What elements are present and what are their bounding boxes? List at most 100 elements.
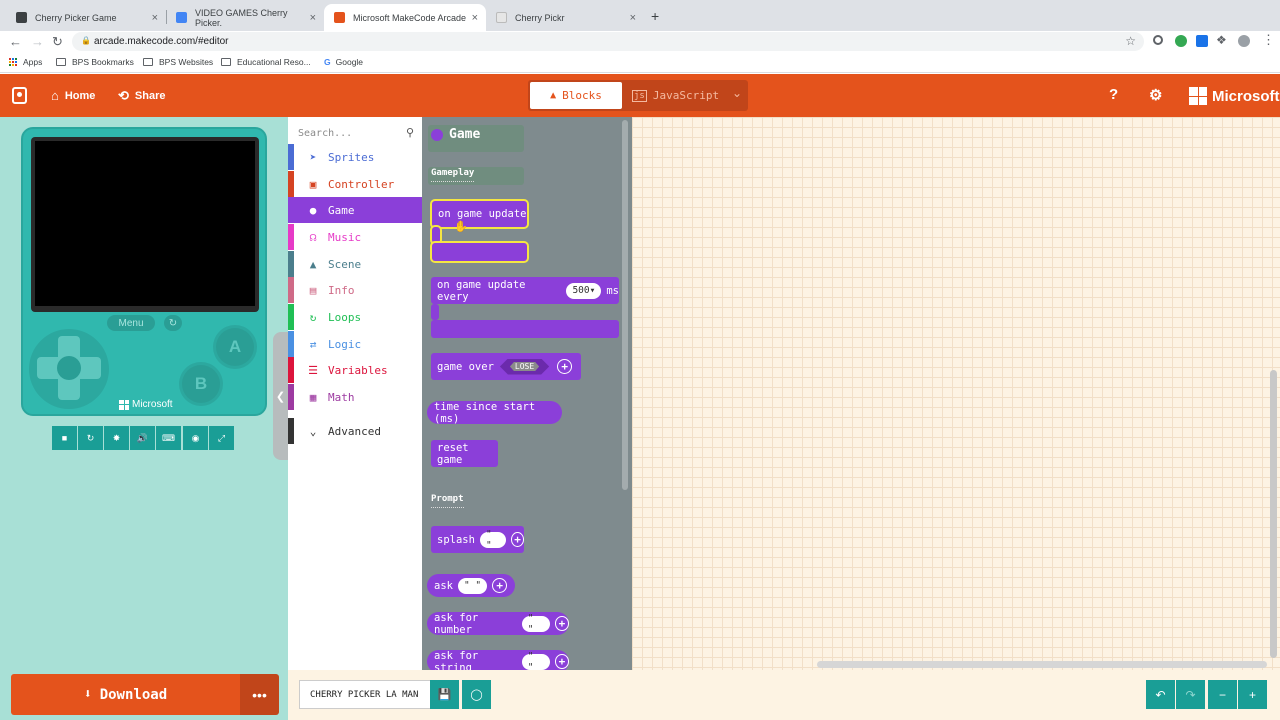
tab-close-icon[interactable]: × — [310, 12, 316, 24]
plus-icon[interactable]: + — [492, 578, 508, 593]
flyout-title-label: Game — [449, 127, 481, 142]
category-controller[interactable]: ▣ Controller — [288, 171, 422, 197]
menu-button[interactable]: Menu — [107, 315, 155, 331]
string-input[interactable]: " " — [521, 613, 550, 635]
bookmark-google[interactable]: G Google — [324, 57, 363, 67]
save-icon[interactable]: 💾 — [430, 680, 459, 709]
gear-icon[interactable]: ⚙ — [1149, 86, 1162, 104]
extension-icon[interactable] — [1153, 35, 1163, 45]
home-button[interactable]: ⌂ Home — [51, 88, 95, 103]
time-since-start-block[interactable]: time since start (ms) — [427, 401, 562, 425]
ask-for-string-block[interactable]: ask for string " " + — [427, 650, 569, 670]
sound-icon[interactable]: 🔊 — [130, 426, 155, 450]
new-tab-button[interactable]: + — [651, 8, 659, 24]
workspace-vertical-scrollbar[interactable] — [1270, 370, 1277, 658]
browser-tab[interactable]: VIDEO GAMES Cherry Picker. × — [166, 4, 324, 31]
fullscreen-icon[interactable]: ⤢ — [209, 426, 234, 450]
browser-tab[interactable]: Cherry Pickr × — [486, 4, 644, 31]
category-loops[interactable]: ↻ Loops — [288, 304, 422, 330]
plus-icon[interactable]: + — [554, 616, 569, 631]
category-info[interactable]: ▤ Info — [288, 277, 422, 303]
extension-icon[interactable] — [1175, 35, 1187, 47]
menu-kebab-icon[interactable]: ⋮ — [1262, 32, 1275, 48]
flyout-scrollbar[interactable] — [622, 120, 628, 490]
category-logic[interactable]: ⇄ Logic — [288, 331, 422, 357]
back-icon[interactable]: ← — [9, 34, 22, 49]
interval-dropdown[interactable]: 500 — [566, 282, 602, 299]
category-scene[interactable]: ▲ Scene — [288, 251, 422, 277]
bookmark-folder[interactable]: BPS Websites — [143, 57, 213, 67]
a-button[interactable]: A — [216, 328, 254, 366]
category-sprites[interactable]: ➤ Sprites — [288, 144, 422, 170]
download-more-button[interactable]: ••• — [240, 674, 279, 715]
search-input[interactable]: Search... ⚲ — [298, 124, 416, 142]
plus-icon[interactable]: + — [511, 532, 524, 547]
blocks-tab[interactable]: ▲ Blocks — [530, 82, 622, 109]
category-music[interactable]: ☊ Music — [288, 224, 422, 250]
b-button[interactable]: B — [182, 365, 220, 403]
dpad[interactable] — [29, 329, 109, 409]
simulator-toolbar: 🔊 ⌨ — [130, 426, 182, 450]
category-math[interactable]: ▦ Math — [288, 384, 422, 410]
puzzle-icon[interactable]: ❖ — [1216, 33, 1227, 47]
bookmark-folder[interactable]: BPS Bookmarks — [56, 57, 134, 67]
splash-block[interactable]: splash " " + — [431, 526, 524, 553]
game-screen[interactable] — [35, 141, 255, 306]
address-bar[interactable]: 🔒 arcade.makecode.com/#editor ☆ — [72, 32, 1144, 51]
download-button[interactable]: ⬇ Download — [11, 674, 240, 715]
screenshot-icon[interactable]: ◉ — [183, 426, 208, 450]
ask-block[interactable]: ask " " + — [427, 574, 515, 597]
string-input[interactable]: " " — [479, 529, 507, 551]
share-button[interactable]: ⟲ Share — [118, 88, 165, 104]
on-game-update-block[interactable]: on game update — [432, 201, 527, 227]
reload-icon[interactable]: ↻ — [52, 34, 63, 50]
category-game[interactable]: ● Game — [288, 197, 422, 223]
category-variables[interactable]: ☰ Variables — [288, 357, 422, 383]
bookmark-star-icon[interactable]: ☆ — [1125, 34, 1136, 48]
zoom-in-icon[interactable]: + — [1238, 680, 1267, 709]
undo-icon[interactable]: ↶ — [1146, 680, 1175, 709]
microsoft-logo[interactable]: Microsoft — [1189, 87, 1280, 105]
ask-for-number-block[interactable]: ask for number " " + — [427, 612, 569, 636]
game-simulator: Menu ↻ A B Microsoft — [21, 127, 267, 416]
help-icon[interactable]: ? — [1109, 86, 1118, 103]
extension-icon[interactable] — [1196, 35, 1208, 47]
bookmark-apps[interactable]: Apps — [9, 57, 42, 67]
collapse-simulator-icon[interactable]: ❮ — [273, 332, 288, 460]
block-label: splash — [437, 533, 475, 546]
bookmark-folder[interactable]: Educational Reso... — [221, 57, 311, 67]
javascript-tab[interactable]: js JavaScript — [632, 82, 719, 109]
workspace-horizontal-scrollbar[interactable] — [817, 661, 1267, 668]
plus-icon[interactable]: + — [557, 359, 573, 374]
profile-avatar[interactable] — [1238, 35, 1250, 47]
hand-cursor-icon: ✋ — [454, 221, 468, 233]
win-lose-dropdown[interactable]: LOSE — [500, 359, 549, 375]
on-game-update-every-block[interactable]: on game update every 500 ms — [431, 277, 619, 304]
browser-tab-active[interactable]: Microsoft MakeCode Arcade × — [324, 4, 486, 31]
reset-game-block[interactable]: reset game — [431, 440, 498, 467]
project-name-input[interactable]: CHERRY PICKER LA MAN — [299, 680, 430, 709]
browser-tab[interactable]: Cherry Picker Game × — [6, 4, 166, 31]
tab-close-icon[interactable]: × — [630, 12, 636, 24]
restart-icon[interactable]: ↻ — [78, 426, 103, 450]
stop-icon[interactable]: ■ — [52, 426, 77, 450]
string-input[interactable]: " " — [457, 577, 488, 594]
debug-icon[interactable]: ✸ — [104, 426, 129, 450]
tab-close-icon[interactable]: × — [472, 12, 478, 24]
reset-icon[interactable]: ↻ — [164, 315, 182, 331]
blocks-workspace[interactable] — [632, 117, 1280, 670]
redo-icon[interactable]: ↷ — [1176, 680, 1205, 709]
game-over-block[interactable]: game over LOSE + — [431, 353, 581, 380]
share-label: Share — [134, 90, 166, 102]
category-advanced[interactable]: ⌄ Advanced — [288, 418, 422, 444]
arcade-logo-icon[interactable] — [12, 87, 27, 104]
circle-icon: ● — [309, 203, 317, 217]
keyboard-icon[interactable]: ⌨ — [156, 426, 181, 450]
tab-close-icon[interactable]: × — [152, 12, 158, 24]
zoom-out-icon[interactable]: − — [1208, 680, 1237, 709]
plus-icon[interactable]: + — [554, 654, 569, 669]
chevron-down-icon[interactable]: ⌄ — [732, 86, 742, 100]
string-input[interactable]: " " — [521, 651, 550, 670]
github-icon[interactable]: ◯ — [462, 680, 491, 709]
forward-icon[interactable]: → — [31, 34, 44, 49]
